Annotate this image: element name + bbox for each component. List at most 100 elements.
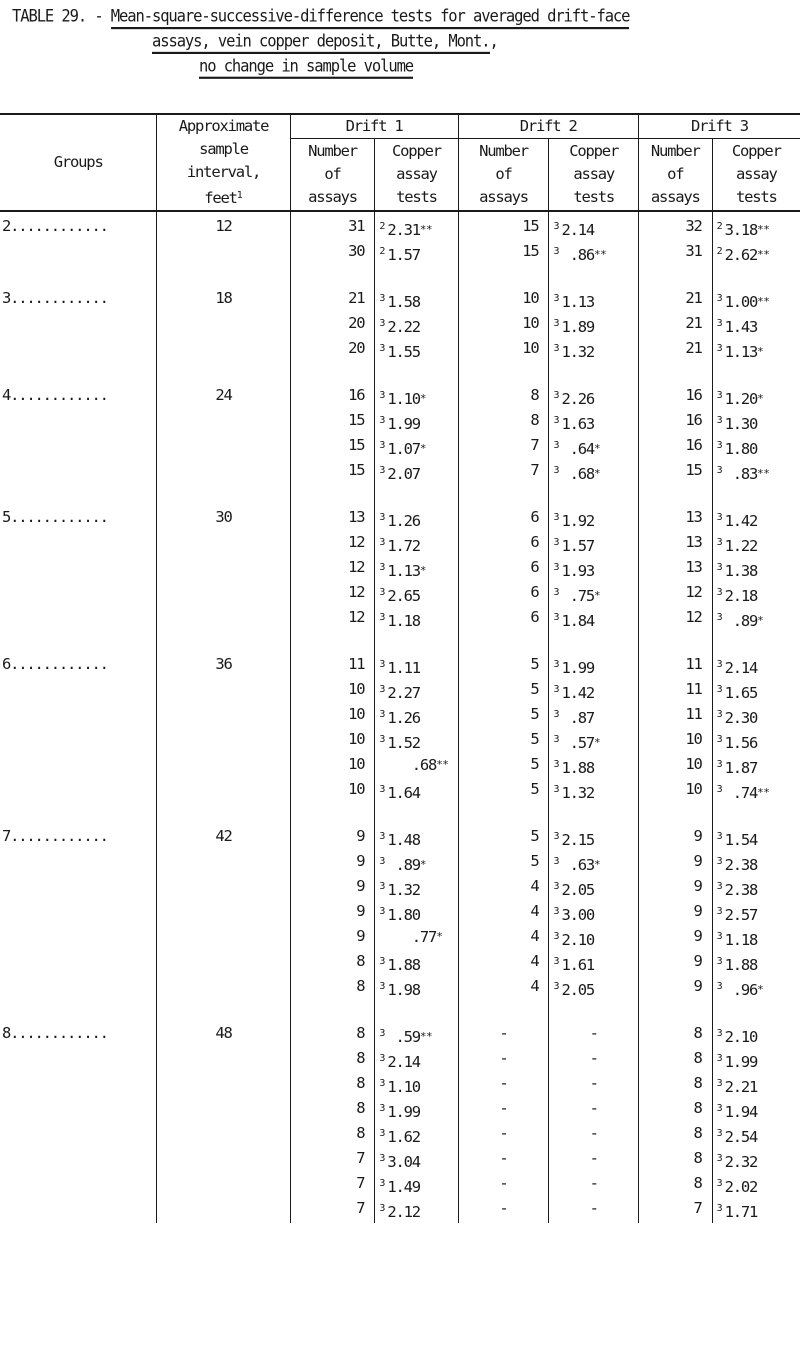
- header-text: assays: [650, 188, 701, 206]
- drift-1-copper-assay-test: 3 1.49: [374, 1173, 459, 1198]
- sample-interval: [156, 851, 291, 876]
- drift-2-copper-assay-test: 3 1.92: [548, 507, 639, 532]
- drift-2-number-of-assays: 5: [458, 729, 550, 754]
- group-label: [0, 976, 158, 1001]
- significance-marker: *: [594, 736, 601, 749]
- test-value: 1.13: [561, 293, 595, 311]
- test-value: 1.52: [387, 734, 421, 752]
- group-label: [0, 1173, 158, 1198]
- header-interval: Approximate sample interval, feet1: [156, 114, 291, 212]
- significance-marker: *: [419, 442, 427, 455]
- test-value: .64: [561, 440, 596, 458]
- drift-2-copper-assay-test: 3 2.15: [548, 826, 639, 851]
- drift-2-number-of-assays: 5: [458, 754, 550, 779]
- drift-2-number-of-assays: 4: [458, 976, 550, 1001]
- test-value: 1.72: [387, 537, 421, 555]
- test-value: 1.32: [561, 343, 595, 361]
- drift-1-copper-assay-test: .77*: [374, 926, 459, 951]
- group-label: [0, 1048, 158, 1073]
- drift-2-copper-assay-test: 3 2.05: [548, 976, 639, 1001]
- drift-1-number-of-assays: 16: [290, 385, 376, 410]
- test-value: 1.93: [561, 562, 595, 580]
- test-value: 1.63: [561, 415, 595, 433]
- drift-3-copper-assay-test: 3 2.30: [712, 704, 800, 729]
- significance-marker: **: [757, 786, 770, 799]
- header-text: tests: [573, 188, 615, 206]
- drift-1-copper-assay-test: 3 1.99: [374, 410, 459, 435]
- drift-3-number-of-assays: 16: [638, 435, 713, 460]
- drift-2-number-of-assays: 8: [458, 385, 550, 410]
- significance-marker: **: [757, 295, 770, 308]
- drift-1-copper-assay-test: 3 1.26: [374, 507, 459, 532]
- drift-1-number-of-assays: 12: [290, 582, 376, 607]
- assay-tests-table: Groups Approximate sample interval, feet…: [0, 113, 800, 1223]
- test-value: 2.62: [724, 246, 759, 264]
- spacer-cell: [712, 804, 800, 826]
- table-row: 8 3 1.99- -8 3 1.94: [0, 1098, 800, 1123]
- header-copper-assay-tests: Copper assay tests: [548, 138, 639, 212]
- footnote-marker: 3: [716, 465, 723, 476]
- significance-marker: *: [419, 564, 427, 577]
- drift-3-number-of-assays: 21: [638, 288, 713, 313]
- drift-3-copper-assay-test: 3 1.80: [712, 435, 800, 460]
- group-label: [0, 532, 158, 557]
- test-value: 1.00: [724, 293, 759, 311]
- drift-1-copper-assay-test: 3 1.55: [374, 338, 459, 363]
- group-label: [0, 1198, 158, 1223]
- header-text: Number: [308, 142, 358, 160]
- drift-1-number-of-assays: 15: [290, 410, 376, 435]
- header-copper-assay-tests: Copper assay tests: [374, 138, 459, 212]
- drift-2-copper-assay-test: 3 2.14: [548, 211, 639, 241]
- drift-2-copper-assay-test: -: [548, 1123, 639, 1148]
- drift-1-copper-assay-test: 3 1.80: [374, 901, 459, 926]
- drift-1-copper-assay-test: 3 2.12: [374, 1198, 459, 1223]
- drift-3-copper-assay-test: 3 1.54: [712, 826, 800, 851]
- drift-3-copper-assay-test: 3 1.87: [712, 754, 800, 779]
- test-value: 1.49: [387, 1178, 421, 1196]
- test-value: 1.94: [724, 1103, 759, 1121]
- drift-3-number-of-assays: 15: [638, 460, 713, 485]
- test-value: 1.13: [387, 562, 421, 580]
- sample-interval: [156, 901, 291, 926]
- drift-3-copper-assay-test: 3 2.38: [712, 876, 800, 901]
- spacer-cell: [548, 363, 639, 385]
- spacer-cell: [0, 632, 158, 654]
- drift-3-copper-assay-test: 3 2.21: [712, 1073, 800, 1098]
- table-row: 7 3 3.04- -8 3 2.32: [0, 1148, 800, 1173]
- drift-3-copper-assay-test: 3 .74**: [712, 779, 800, 804]
- test-value: 1.20: [724, 390, 759, 408]
- drift-3-number-of-assays: 16: [638, 410, 713, 435]
- group-label: [0, 876, 158, 901]
- footnote-marker: 3: [716, 931, 723, 942]
- drift-1-copper-assay-test: 3 1.10: [374, 1073, 459, 1098]
- header-text: assay: [396, 165, 438, 183]
- table-row: 12 3 2.65 6 3 .75* 12 3 2.18: [0, 582, 800, 607]
- sample-interval: [156, 435, 291, 460]
- drift-2-copper-assay-test: -: [548, 1148, 639, 1173]
- test-value: 1.30: [724, 415, 759, 433]
- table-row: 4............ 24 16 3 1.10* 8 3 2.26 16 3 1.20*: [0, 385, 800, 410]
- drift-3-copper-assay-test: 3 1.94: [712, 1098, 800, 1123]
- drift-2-number-of-assays: 10: [458, 288, 550, 313]
- test-value: .96: [724, 981, 759, 999]
- drift-3-number-of-assays: 9: [638, 901, 713, 926]
- spacer-cell: [156, 632, 291, 654]
- test-value: 2.30: [724, 709, 759, 727]
- drift-1-copper-assay-test: 3 2.27: [374, 679, 459, 704]
- significance-marker: *: [594, 858, 601, 871]
- test-value: 1.89: [561, 318, 595, 336]
- drift-1-copper-assay-test: 2 2.31**: [374, 211, 459, 241]
- footnote-marker: 3: [716, 1103, 723, 1114]
- sample-interval: [156, 876, 291, 901]
- group-label: 5............: [0, 507, 158, 532]
- group-spacer: [0, 363, 800, 385]
- drift-1-number-of-assays: 8: [290, 1023, 376, 1048]
- test-value: 2.14: [724, 659, 759, 677]
- table-number: TABLE 29. -: [12, 6, 111, 26]
- spacer-cell: [458, 804, 550, 826]
- header-text: Copper: [731, 142, 782, 160]
- significance-marker: **: [419, 1030, 433, 1043]
- significance-marker: **: [594, 248, 607, 261]
- sample-interval: [156, 704, 291, 729]
- drift-2-copper-assay-test: 3 2.10: [548, 926, 639, 951]
